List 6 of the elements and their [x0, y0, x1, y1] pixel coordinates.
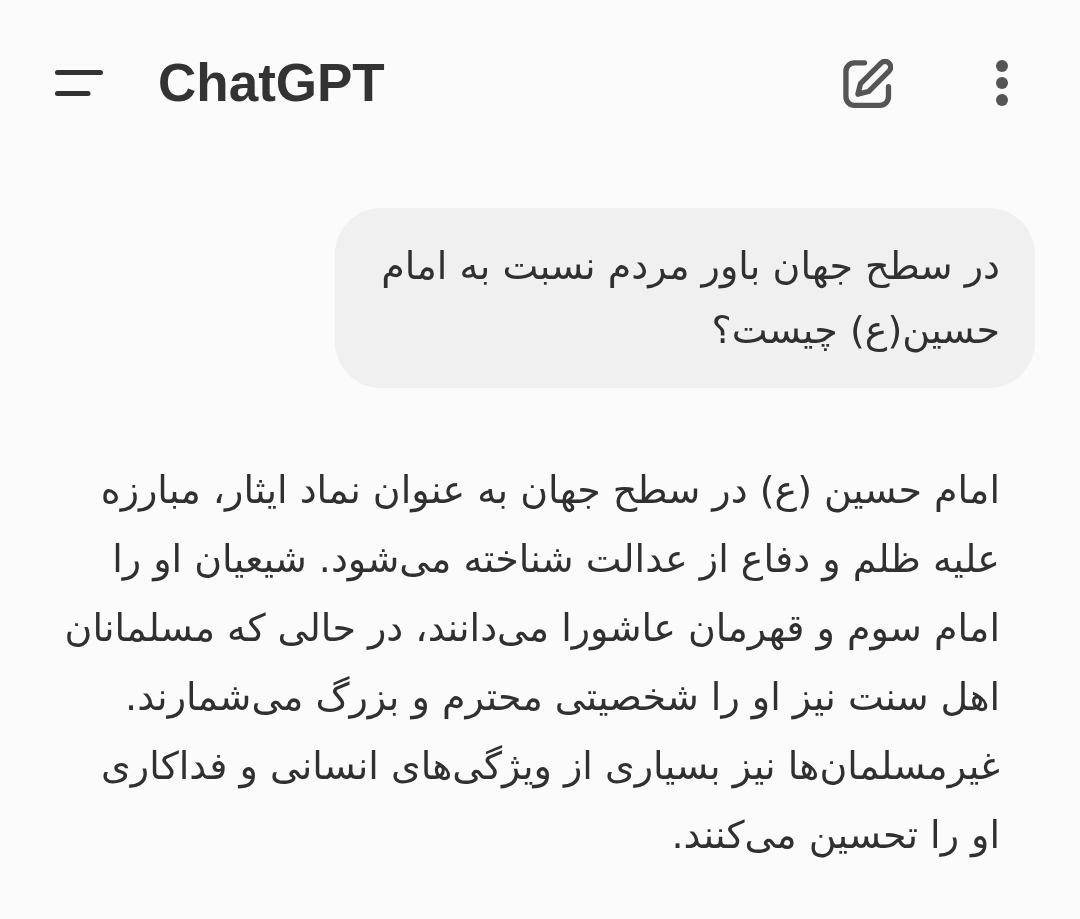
app-title: ChatGPT — [158, 53, 385, 113]
menu-icon[interactable] — [55, 70, 103, 96]
more-options-icon[interactable] — [996, 60, 1008, 106]
user-message: در سطح جهان باور مردم نسبت به امام حسین(ع) چیست؟ — [335, 208, 1035, 388]
assistant-message: امام حسین (ع) در سطح جهان به عنوان نماد ایثار، مبارزه علیه ظلم و دفاع از عدالت شناخته می‌شود. شیعیان او را امام سوم و قهرمان عاشورا می‌دانند، در حالی که مسلمانان اهل سنت نیز او را شخصیتی محترم و بزرگ می‌شمارند. غیرمسلمان‌ها نیز بسیاری از ویژگی‌های انسانی و فداکاری او را تحسین می‌کنند. — [63, 467, 1000, 860]
edit-icon[interactable] — [843, 58, 893, 108]
